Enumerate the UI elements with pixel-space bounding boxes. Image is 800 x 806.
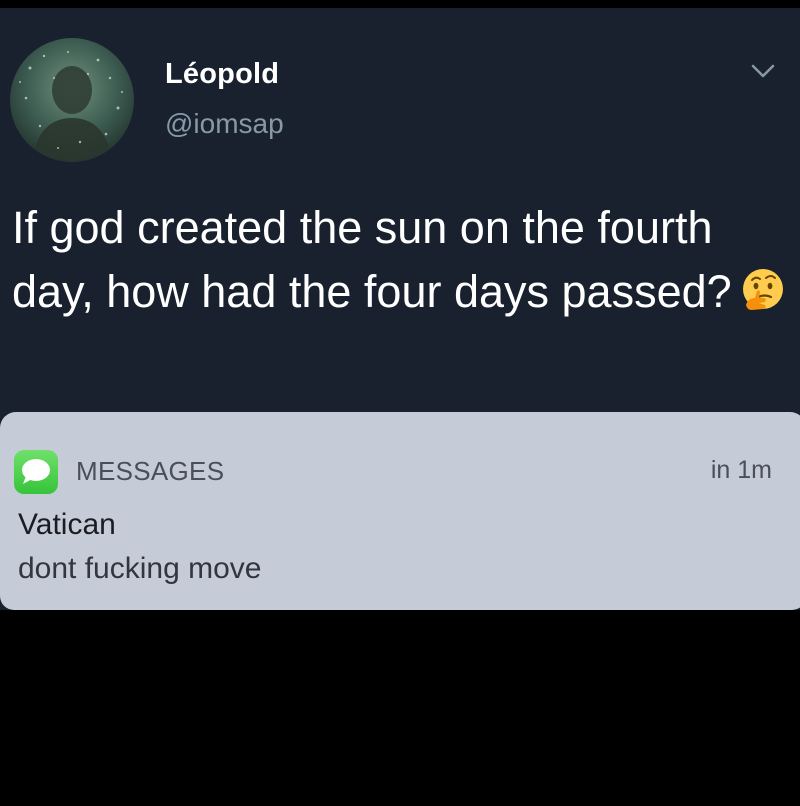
screenshot: Léopold @iomsap If god created the sun o… (0, 0, 800, 806)
tweet-body: If god created the sun on the fourth day… (12, 202, 732, 317)
thinking-face-icon (742, 269, 783, 310)
notification-message: dont fucking move (18, 552, 262, 585)
avatar[interactable] (10, 38, 134, 162)
avatar-image (19, 51, 123, 162)
notification-app-name: MESSAGES (76, 456, 225, 486)
chevron-down-icon[interactable] (748, 60, 778, 82)
tweet-text: If god created the sun on the fourth day… (12, 196, 792, 324)
handle[interactable]: @iomsap (165, 108, 284, 140)
notification-sender: Vatican (18, 508, 116, 541)
display-name[interactable]: Léopold (165, 58, 279, 91)
notification-time: in 1m (710, 456, 772, 484)
message-notification[interactable]: MESSAGES in 1m Vatican dont fucking move (0, 412, 800, 610)
messages-app-icon (14, 450, 58, 494)
